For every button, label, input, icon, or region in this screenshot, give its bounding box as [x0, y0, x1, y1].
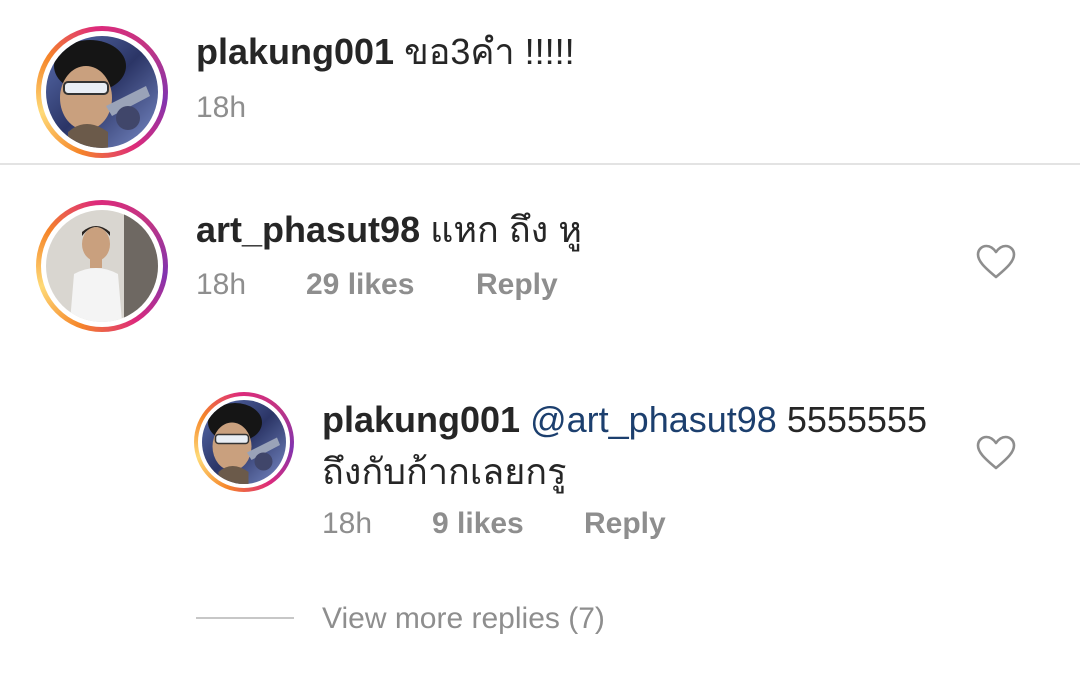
- divider: [0, 163, 1080, 165]
- profile-photo: [202, 400, 286, 484]
- comment-time: 18h: [196, 91, 247, 124]
- reply-button[interactable]: Reply: [476, 267, 558, 303]
- comment-line: plakung001 ขอ3คำ !!!!!: [196, 30, 575, 74]
- reply-text: 5555555: [786, 399, 927, 440]
- comment-time: 18h: [196, 268, 247, 301]
- reply-username[interactable]: plakung001: [322, 399, 520, 440]
- heart-outline-icon[interactable]: [976, 435, 1016, 471]
- likes-count[interactable]: 29 likes: [306, 267, 414, 303]
- reply-line-2: ถึงกับก้ากเลยกรู: [322, 450, 566, 494]
- comment-username[interactable]: plakung001: [196, 31, 394, 72]
- comment-text: แหก ถึง หู: [430, 209, 582, 250]
- profile-photo: [46, 36, 158, 148]
- profile-photo: [46, 210, 158, 322]
- reply-text-continued: ถึงกับก้ากเลยกรู: [322, 451, 567, 492]
- avatar-plakung001-reply[interactable]: [194, 392, 294, 492]
- comment-text: ขอ3คำ !!!!!: [404, 31, 575, 72]
- reply-time: 18h: [322, 507, 373, 540]
- heart-outline-icon[interactable]: [976, 244, 1016, 280]
- view-more-divider: [196, 617, 294, 619]
- comment-line: art_phasut98 แหก ถึง หู: [196, 208, 582, 252]
- reply-mention[interactable]: @art_phasut98: [530, 399, 777, 440]
- reply-line-1: plakung001 @art_phasut98 5555555: [322, 398, 927, 442]
- avatar-art-phasut98[interactable]: [36, 200, 168, 332]
- comment-username[interactable]: art_phasut98: [196, 209, 420, 250]
- reply-reply-button[interactable]: Reply: [584, 506, 666, 542]
- view-more-replies-link[interactable]: View more replies (7): [322, 601, 605, 637]
- avatar-plakung001[interactable]: [36, 26, 168, 158]
- reply-likes-count[interactable]: 9 likes: [432, 506, 524, 542]
